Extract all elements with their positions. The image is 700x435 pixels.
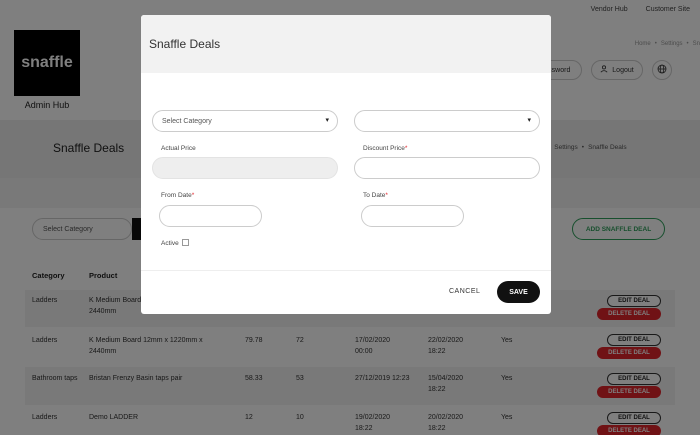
- discount-price-input[interactable]: [354, 157, 540, 179]
- to-date-input[interactable]: [361, 205, 464, 227]
- product-select[interactable]: ▾: [354, 110, 540, 132]
- chevron-down-icon: ▾: [527, 117, 531, 124]
- modal-header: Snaffle Deals: [141, 15, 551, 73]
- active-checkbox[interactable]: [182, 239, 189, 246]
- save-button-label: SAVE: [509, 288, 528, 296]
- to-date-label: To Date*: [363, 192, 388, 199]
- category-select-placeholder: Select Category: [162, 117, 212, 125]
- to-date-label-text: To Date: [363, 192, 386, 199]
- actual-price-input: [152, 157, 338, 179]
- discount-price-label-text: Discount Price: [363, 145, 405, 152]
- category-select[interactable]: Select Category ▾: [152, 110, 338, 132]
- chevron-down-icon: ▾: [325, 117, 329, 124]
- actual-price-label: Actual Price: [161, 145, 196, 152]
- discount-price-label: Discount Price*: [363, 145, 407, 152]
- from-date-label-text: From Date: [161, 192, 192, 199]
- cancel-button[interactable]: CANCEL: [449, 288, 480, 295]
- from-date-input[interactable]: [159, 205, 262, 227]
- required-mark: *: [191, 192, 195, 199]
- required-mark: *: [404, 145, 408, 152]
- active-label: Active: [161, 240, 179, 247]
- modal-title: Snaffle Deals: [149, 37, 221, 51]
- required-mark: *: [385, 192, 388, 199]
- save-button[interactable]: SAVE: [497, 281, 540, 303]
- snaffle-deals-modal: Snaffle Deals Select Category ▾ ▾ Actual…: [141, 15, 551, 314]
- from-date-label: From Date*: [161, 192, 194, 199]
- modal-footer-divider: [141, 270, 551, 271]
- actual-price-label-text: Actual Price: [161, 145, 196, 152]
